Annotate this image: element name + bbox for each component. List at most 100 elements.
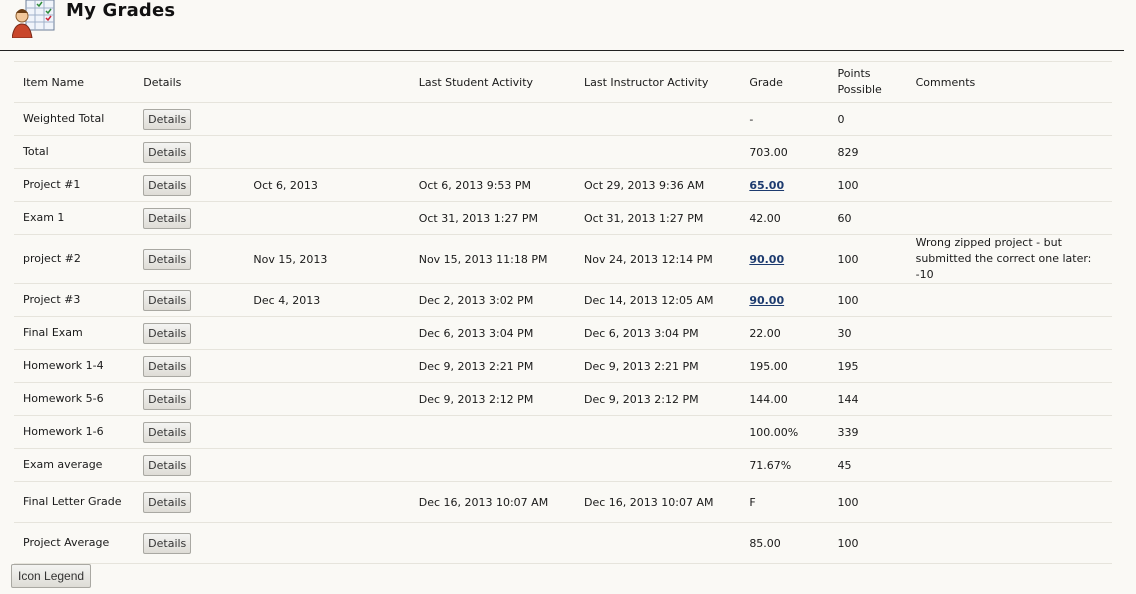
icon-legend-button[interactable]: Icon Legend [11,564,92,588]
grade-value: 71.67% [749,458,792,472]
points-possible: 30 [837,316,916,350]
last-instructor-activity: Dec 9, 2013 2:21 PM [584,349,750,383]
last-instructor-activity: Dec 16, 2013 10:07 AM [584,481,750,523]
grade-value: 42.00 [749,211,781,225]
grade-cell: 85.00 [749,522,838,564]
details-button[interactable]: Details [143,421,192,443]
table-row: Homework 1-6 Details 100.00% 339 [14,415,1112,449]
points-possible: 60 [837,201,916,235]
details-button[interactable]: Details [143,289,192,311]
item-name: Project #3 [14,283,144,317]
details-button[interactable]: Details [143,388,192,410]
details-cell: Details [143,201,254,235]
item-name: Project #1 [14,168,144,202]
comment [915,283,1112,317]
column-header-grade[interactable]: Grade [749,61,838,103]
comment [915,135,1112,169]
grade-cell: 71.67% [749,448,838,482]
column-header-comments: Comments [915,61,1112,103]
last-student-activity [418,135,585,169]
column-header-item-name[interactable]: Item Name [14,61,144,103]
grade-value: 703.00 [749,145,788,159]
details-button[interactable]: Details [143,174,192,196]
grade-link[interactable]: 90.00 [749,294,784,307]
table-row: Total Details 703.00 829 [14,135,1112,169]
points-possible: 100 [837,522,916,564]
details-button[interactable]: Details [143,322,192,344]
points-possible: 45 [837,448,916,482]
item-name: Project Average [14,522,144,564]
details-button[interactable]: Details [143,491,192,513]
grade-value: 22.00 [749,326,781,340]
table-row: Homework 1-4 Details Dec 9, 2013 2:21 PM De… [14,349,1112,383]
details-button[interactable]: Details [143,248,192,270]
item-name: Exam 1 [14,201,144,235]
item-name: Homework 1-4 [14,349,144,383]
details-button[interactable]: Details [143,108,192,130]
details-button[interactable]: Details [143,532,192,554]
due-date: Dec 4, 2013 [253,283,419,317]
page-header: My Grades [0,0,1124,51]
grades-person-icon [11,0,56,39]
due-date [253,102,419,136]
details-cell: Details [143,102,254,136]
due-date [253,522,419,564]
due-date: Nov 15, 2013 [253,234,419,284]
column-header-points-possible[interactable]: Points Possible [837,61,916,103]
last-student-activity: Dec 9, 2013 2:12 PM [418,382,585,416]
last-instructor-activity [584,102,750,136]
table-row: Project #3 Details Dec 4, 2013 Dec 2, 2013 … [14,283,1112,317]
grades-table: Item Name Details Last Student Activity … [14,61,1112,564]
grade-link[interactable]: 65.00 [749,179,784,192]
details-cell: Details [143,481,254,523]
comment: Wrong zipped project - but submitted the… [915,234,1112,284]
last-student-activity: Dec 16, 2013 10:07 AM [418,481,585,523]
details-button[interactable]: Details [143,355,192,377]
last-student-activity: Dec 2, 2013 3:02 PM [418,283,585,317]
grade-cell: 144.00 [749,382,838,416]
grade-cell: 90.00 [749,234,838,284]
details-button[interactable]: Details [143,207,192,229]
details-cell: Details [143,168,254,202]
table-row: Final Letter Grade Details Dec 16, 2013 10… [14,481,1112,523]
item-name: Final Letter Grade [14,481,144,523]
last-student-activity: Oct 6, 2013 9:53 PM [418,168,585,202]
points-possible: 339 [837,415,916,449]
grade-cell: 90.00 [749,283,838,317]
item-name: Homework 5-6 [14,382,144,416]
grade-cell: - [749,102,838,136]
column-header-date[interactable] [253,61,419,103]
column-header-last-instructor-activity[interactable]: Last Instructor Activity [584,61,750,103]
details-button[interactable]: Details [143,454,192,476]
grade-value: 144.00 [749,392,788,406]
grade-cell: 703.00 [749,135,838,169]
details-cell: Details [143,415,254,449]
last-student-activity [418,448,585,482]
grade-cell: 22.00 [749,316,838,350]
details-cell: Details [143,234,254,284]
last-student-activity [418,522,585,564]
comment [915,316,1112,350]
table-row: Final Exam Details Dec 6, 2013 3:04 PM Dec … [14,316,1112,350]
last-instructor-activity [584,522,750,564]
comment [915,382,1112,416]
details-cell: Details [143,382,254,416]
points-possible: 100 [837,234,916,284]
details-button[interactable]: Details [143,141,192,163]
column-header-details: Details [143,61,254,103]
details-cell: Details [143,283,254,317]
grade-cell: 42.00 [749,201,838,235]
grade-cell: 100.00% [749,415,838,449]
comment [915,522,1112,564]
grade-value: 195.00 [749,359,788,373]
grade-value: F [749,495,756,509]
due-date: Oct 6, 2013 [253,168,419,202]
comment [915,415,1112,449]
due-date [253,135,419,169]
grade-link[interactable]: 90.00 [749,253,784,266]
points-possible: 100 [837,481,916,523]
points-possible: 100 [837,283,916,317]
column-header-last-student-activity[interactable]: Last Student Activity [418,61,585,103]
last-instructor-activity [584,135,750,169]
comment [915,168,1112,202]
